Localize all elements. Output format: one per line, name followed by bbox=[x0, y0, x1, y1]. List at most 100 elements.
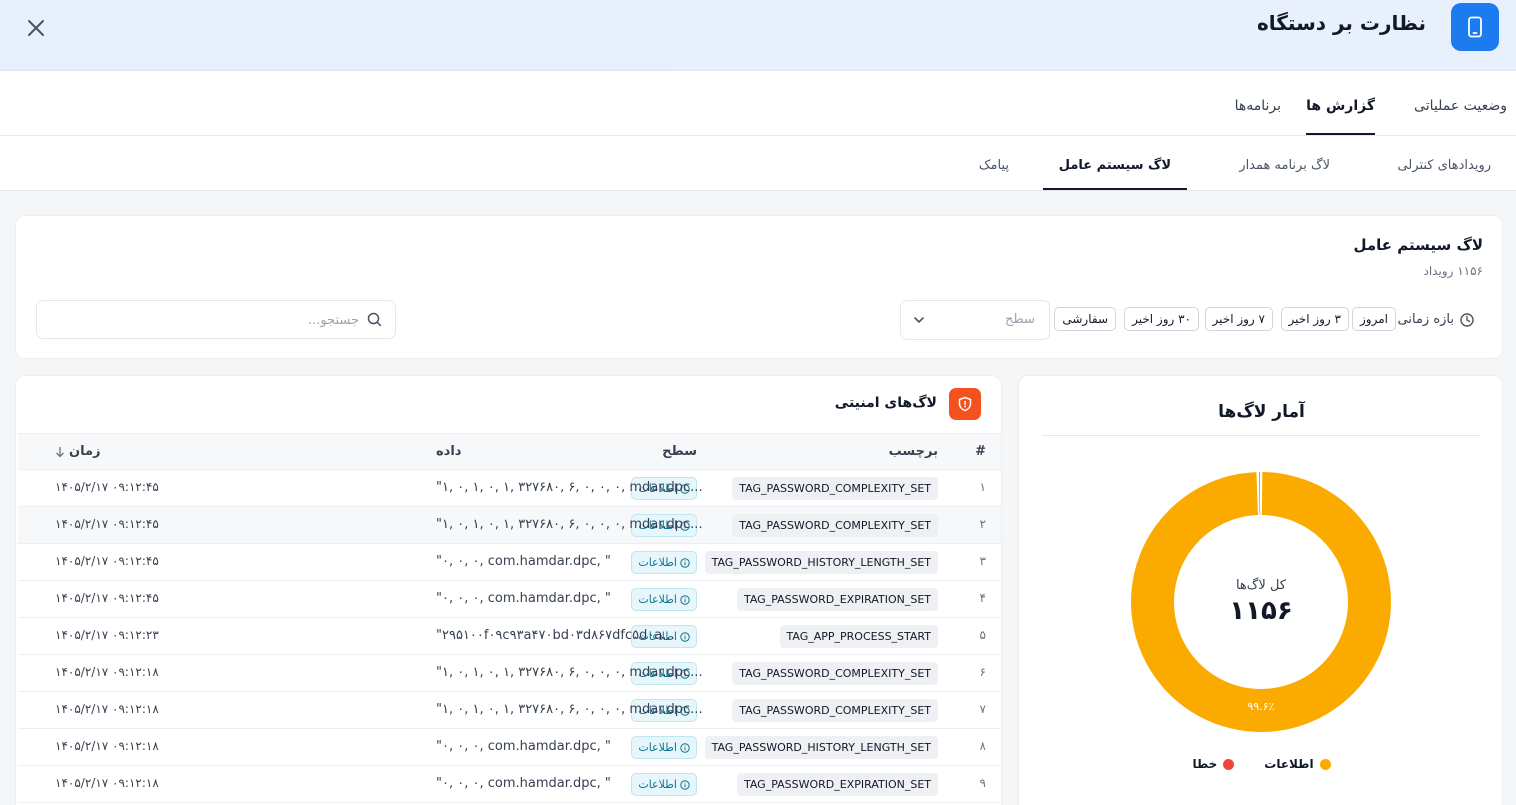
table-row[interactable]: ۳ TAG_PASSWORD_HISTORY_LENGTH_SET اطلاعات "… bbox=[18, 544, 1001, 581]
row-tag: TAG_PASSWORD_EXPIRATION_SET bbox=[736, 773, 938, 796]
security-logs-card: لاگ‌های امنیتی # برچسب سطح داده زمان ۱ TA… bbox=[15, 375, 1002, 805]
level-badge: اطلاعات bbox=[631, 736, 697, 759]
row-data: "۱, ۰, ۱, ۰, ۱, ۳۲۷۶۸۰, ۶, ۰, ۰, ۰, mdar… bbox=[436, 702, 703, 717]
chip-7-days[interactable]: ۷ روز اخیر bbox=[1204, 307, 1273, 331]
row-number: ۳ bbox=[979, 554, 986, 568]
chevron-down-icon bbox=[914, 317, 924, 324]
table-row[interactable]: ۲ TAG_PASSWORD_COMPLEXITY_SET اطلاعات "۱, ۰… bbox=[18, 507, 1001, 544]
level-badge-label: اطلاعات bbox=[638, 556, 677, 569]
search-box bbox=[36, 300, 396, 339]
level-badge: اطلاعات bbox=[631, 551, 697, 574]
row-data: "۲۹۵۱۰۰f۰۹c۹۳a۴۷۰bd۰۳d۸۶۷dfc۵d۰a... bbox=[436, 628, 675, 643]
col-level[interactable]: سطح bbox=[662, 444, 697, 459]
level-badge-label: اطلاعات bbox=[638, 778, 677, 791]
legend-label-error: خطا bbox=[1192, 757, 1218, 771]
page-title: نظارت بر دستگاه bbox=[1256, 11, 1426, 35]
chip-3-days[interactable]: ۳ روز اخیر bbox=[1280, 307, 1349, 331]
donut-slice-error[interactable] bbox=[1259, 472, 1261, 516]
tab-reports[interactable]: گزارش ها bbox=[1306, 71, 1375, 135]
col-time[interactable]: زمان bbox=[55, 444, 101, 459]
row-time: ۱۴۰۵/۲/۱۷ ۰۹:۱۲:۱۸ bbox=[55, 776, 159, 790]
row-number: ۷ bbox=[979, 702, 986, 716]
row-tag: TAG_PASSWORD_EXPIRATION_SET bbox=[736, 588, 938, 611]
row-tag: TAG_PASSWORD_COMPLEXITY_SET bbox=[732, 514, 938, 537]
sort-down-icon bbox=[56, 446, 64, 457]
table-row[interactable]: ۴ TAG_PASSWORD_EXPIRATION_SET اطلاعات "۰, ۰… bbox=[18, 581, 1001, 618]
row-number: ۲ bbox=[979, 517, 986, 531]
table-row[interactable]: ۸ TAG_PASSWORD_HISTORY_LENGTH_SET اطلاعات "… bbox=[18, 729, 1001, 766]
time-range-text: بازه زمانی: bbox=[1393, 312, 1454, 327]
app-icon-tile bbox=[1451, 3, 1499, 51]
subtab-control-events[interactable]: رویدادهای کنترلی bbox=[1397, 136, 1491, 190]
filter-card: لاگ سیستم عامل ۱۱۵۶ رویداد بازه زمانی: ا… bbox=[15, 215, 1503, 359]
subtab-sms[interactable]: پیامک bbox=[979, 136, 1009, 190]
search-input[interactable] bbox=[59, 309, 359, 331]
row-data: "۰, ۰, ۰, com.hamdar.dpc, " bbox=[436, 739, 611, 754]
info-icon bbox=[680, 631, 690, 642]
row-time: ۱۴۰۵/۲/۱۷ ۰۹:۱۲:۴۵ bbox=[55, 480, 159, 494]
row-number: ۶ bbox=[979, 665, 986, 679]
table-row[interactable]: ۵ TAG_APP_PROCESS_START اطلاعات "۲۹۵۱۰۰f۰۹c… bbox=[18, 618, 1001, 655]
table-row[interactable]: ۱ TAG_PASSWORD_COMPLEXITY_SET اطلاعات "۱, ۰… bbox=[18, 470, 1001, 507]
row-tag: TAG_PASSWORD_HISTORY_LENGTH_SET bbox=[704, 736, 938, 759]
tab-apps[interactable]: برنامه‌ها bbox=[1235, 71, 1281, 135]
top-bar: نظارت بر دستگاه bbox=[0, 0, 1516, 71]
search-icon bbox=[367, 312, 382, 327]
legend: اطلاعات خطا bbox=[1019, 757, 1504, 771]
row-tag: TAG_APP_PROCESS_START bbox=[779, 625, 938, 648]
row-tag: TAG_PASSWORD_COMPLEXITY_SET bbox=[732, 477, 938, 500]
divider bbox=[1042, 435, 1480, 436]
legend-item-info[interactable]: اطلاعات bbox=[1264, 757, 1331, 771]
legend-dot-info bbox=[1319, 758, 1331, 770]
main-tabs: وضعیت عملیاتی گزارش ها برنامه‌ها bbox=[0, 71, 1516, 136]
info-icon bbox=[680, 594, 690, 605]
sub-tabs: رویدادهای کنترلی لاگ برنامه همدار لاگ سی… bbox=[0, 136, 1516, 191]
chip-30-days[interactable]: ۳۰ روز اخیر bbox=[1124, 307, 1199, 331]
level-badge: اطلاعات bbox=[631, 773, 697, 796]
donut-chart: کل لاگ‌ها ۱۱۵۶ ۹۹.۶٪ bbox=[1131, 472, 1391, 732]
row-time: ۱۴۰۵/۲/۱۷ ۰۹:۱۲:۲۳ bbox=[55, 628, 159, 642]
event-count: ۱۱۵۶ رویداد bbox=[1423, 264, 1483, 278]
row-tag: TAG_PASSWORD_COMPLEXITY_SET bbox=[732, 662, 938, 685]
close-button[interactable] bbox=[22, 14, 50, 42]
row-data: "۰, ۰, ۰, com.hamdar.dpc, " bbox=[436, 776, 611, 791]
row-time: ۱۴۰۵/۲/۱۷ ۰۹:۱۲:۴۵ bbox=[55, 554, 159, 568]
table-header: # برچسب سطح داده زمان bbox=[18, 433, 1001, 470]
subtab-hamdar-app-log[interactable]: لاگ برنامه همدار bbox=[1239, 136, 1330, 190]
row-number: ۴ bbox=[979, 591, 986, 605]
col-time-label: زمان bbox=[69, 444, 101, 459]
legend-dot-error bbox=[1223, 758, 1235, 770]
col-num: # bbox=[975, 444, 986, 459]
center-value: ۱۱۵۶ bbox=[1229, 596, 1292, 626]
table-row[interactable]: ۷ TAG_PASSWORD_COMPLEXITY_SET اطلاعات "۱, ۰… bbox=[18, 692, 1001, 729]
level-badge-label: اطلاعات bbox=[638, 741, 677, 754]
col-tag[interactable]: برچسب bbox=[889, 444, 938, 459]
table-row[interactable]: ۶ TAG_PASSWORD_COMPLEXITY_SET اطلاعات "۱, ۰… bbox=[18, 655, 1001, 692]
subtab-os-log[interactable]: لاگ سیستم عامل bbox=[1042, 136, 1187, 190]
row-number: ۸ bbox=[979, 739, 986, 753]
row-data: "۰, ۰, ۰, com.hamdar.dpc, " bbox=[436, 554, 611, 569]
level-select[interactable]: سطح bbox=[900, 300, 1050, 340]
legend-item-error[interactable]: خطا bbox=[1192, 757, 1235, 771]
level-badge-label: اطلاعات bbox=[638, 593, 677, 606]
chip-custom[interactable]: سفارشی bbox=[1054, 307, 1116, 331]
center-label: کل لاگ‌ها bbox=[1236, 576, 1287, 593]
slice-label: ۹۹.۶٪ bbox=[1247, 700, 1274, 713]
col-data[interactable]: داده bbox=[436, 444, 461, 459]
row-data: "۰, ۰, ۰, com.hamdar.dpc, " bbox=[436, 591, 611, 606]
level-select-placeholder: سطح bbox=[1005, 312, 1035, 327]
row-time: ۱۴۰۵/۲/۱۷ ۰۹:۱۲:۱۸ bbox=[55, 739, 159, 753]
section-title: لاگ سیستم عامل bbox=[1353, 236, 1483, 254]
tab-operational-status[interactable]: وضعیت عملیاتی bbox=[1414, 71, 1507, 135]
shield-icon bbox=[958, 396, 972, 412]
time-range-label: بازه زمانی: bbox=[1393, 312, 1474, 327]
level-badge: اطلاعات bbox=[631, 588, 697, 611]
row-time: ۱۴۰۵/۲/۱۷ ۰۹:۱۲:۱۸ bbox=[55, 702, 159, 716]
chip-today[interactable]: امروز bbox=[1352, 307, 1396, 331]
clock-icon bbox=[1460, 312, 1474, 327]
table-row[interactable]: ۹ TAG_PASSWORD_EXPIRATION_SET اطلاعات "۰, ۰… bbox=[18, 766, 1001, 803]
close-icon bbox=[28, 20, 44, 36]
table-title: لاگ‌های امنیتی bbox=[834, 395, 937, 411]
row-number: ۹ bbox=[979, 776, 986, 790]
row-time: ۱۴۰۵/۲/۱۷ ۰۹:۱۲:۴۵ bbox=[55, 591, 159, 605]
